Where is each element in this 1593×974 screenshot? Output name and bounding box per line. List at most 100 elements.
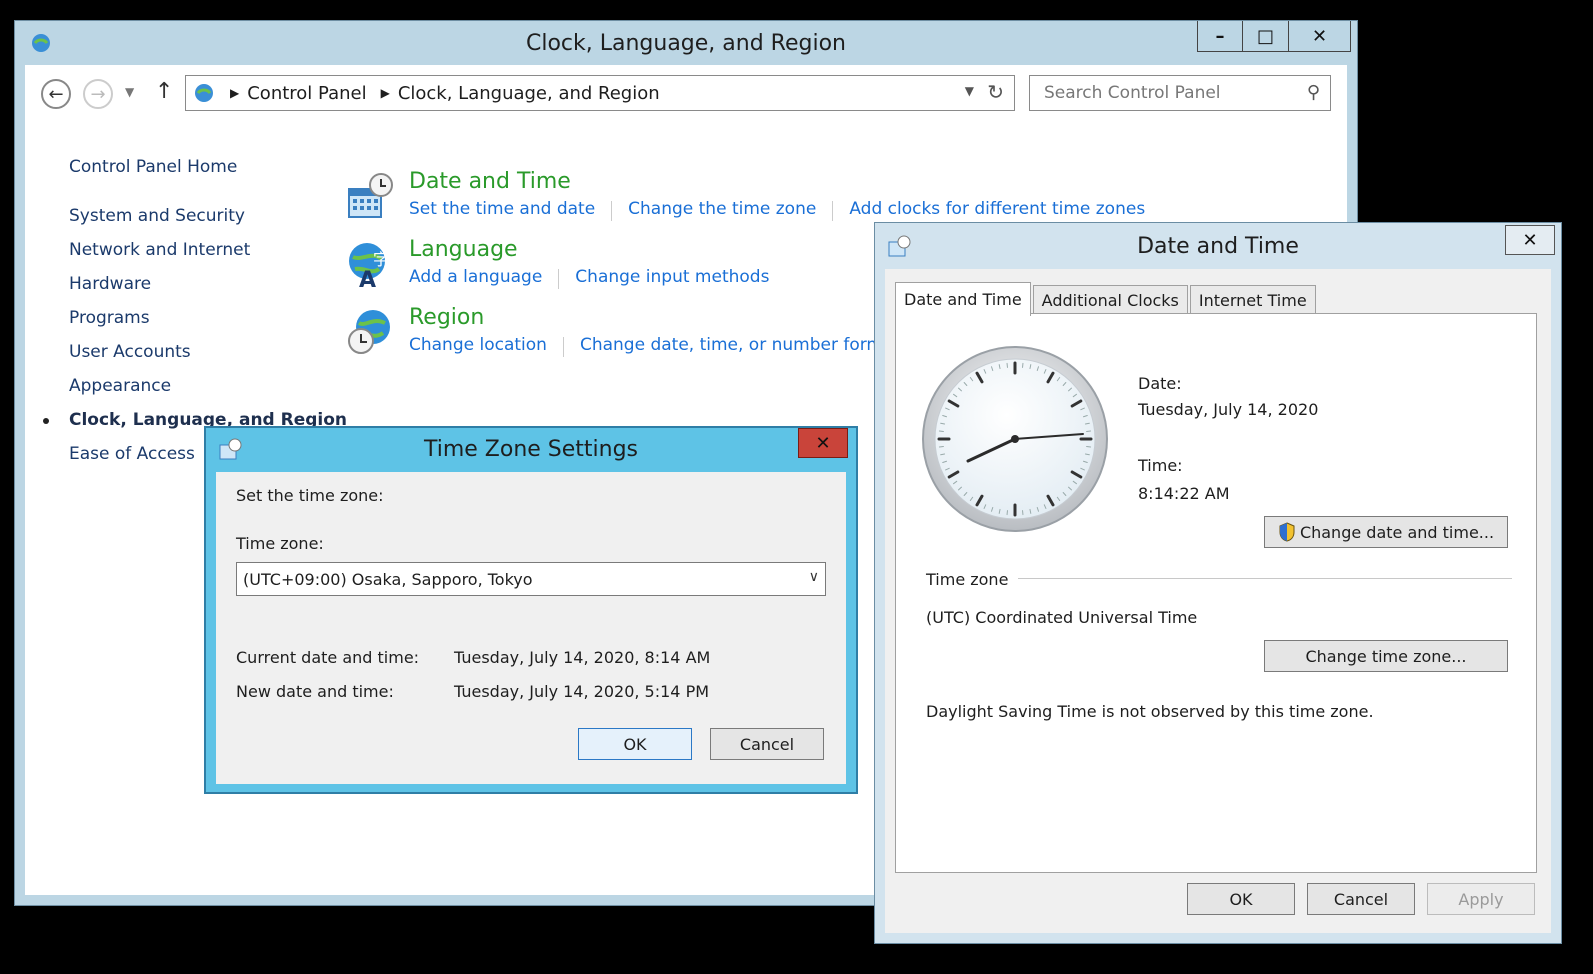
- recent-locations-chevron-icon[interactable]: ▼: [125, 85, 134, 99]
- category-title-date-and-time[interactable]: Date and Time: [409, 169, 571, 194]
- minimize-button[interactable]: –: [1197, 21, 1243, 52]
- tab-date-and-time[interactable]: Date and Time: [895, 282, 1031, 316]
- sidebar-item-network-internet[interactable]: Network and Internet: [69, 240, 250, 260]
- change-date-time-label: Change date and time...: [1299, 522, 1495, 542]
- time-zone-settings-dialog: Time Zone Settings ✕ Set the time zone: …: [204, 426, 858, 794]
- search-placeholder: Search Control Panel: [1044, 83, 1221, 103]
- region-globe-clock-icon: [348, 310, 390, 354]
- link-separator: [562, 337, 564, 357]
- sidebar-item-hardware[interactable]: Hardware: [69, 274, 151, 294]
- link-add-language[interactable]: Add a language: [409, 267, 542, 289]
- dst-note: Daylight Saving Time is not observed by …: [926, 702, 1374, 721]
- category-title-language[interactable]: Language: [409, 237, 518, 262]
- sidebar-item-appearance[interactable]: Appearance: [69, 376, 171, 396]
- control-panel-titlebar[interactable]: Clock, Language, and Region – □ ✕: [15, 21, 1357, 65]
- date-time-content: Date and Time Additional Clocks Internet…: [885, 269, 1551, 933]
- time-label: Time:: [1138, 456, 1183, 475]
- date-time-app-icon: [888, 235, 911, 257]
- current-datetime-label: Current date and time:: [236, 648, 420, 667]
- date-time-close-button[interactable]: ✕: [1505, 225, 1555, 255]
- link-separator: [832, 201, 834, 221]
- forward-arrow-icon: →: [90, 83, 106, 105]
- date-time-apply-button[interactable]: Apply: [1427, 883, 1535, 915]
- sidebar-item-user-accounts[interactable]: User Accounts: [69, 342, 191, 362]
- current-datetime-value: Tuesday, July 14, 2020, 8:14 AM: [454, 648, 711, 667]
- up-arrow-icon[interactable]: ↑: [155, 79, 173, 104]
- link-separator: [611, 201, 613, 221]
- date-time-ok-button[interactable]: OK: [1187, 883, 1295, 915]
- close-icon: ✕: [1522, 229, 1538, 251]
- forward-button[interactable]: →: [83, 79, 113, 109]
- time-zone-group-divider: [1018, 578, 1512, 579]
- chevron-down-icon: ∨: [808, 569, 819, 585]
- new-datetime-value: Tuesday, July 14, 2020, 5:14 PM: [454, 682, 710, 701]
- address-dropdown-icon[interactable]: ▼: [965, 84, 974, 98]
- date-time-titlebar[interactable]: Date and Time ✕: [875, 223, 1561, 269]
- maximize-button[interactable]: □: [1243, 21, 1289, 52]
- breadcrumb-separator-icon: ▶: [380, 86, 390, 100]
- svg-text:字: 字: [373, 250, 389, 269]
- date-label: Date:: [1138, 374, 1182, 393]
- time-value: 8:14:22 AM: [1138, 484, 1230, 503]
- analog-clock-icon: [922, 346, 1108, 532]
- calendar-clock-icon: [348, 173, 393, 218]
- active-bullet-icon: [43, 418, 49, 424]
- control-panel-location-icon: [195, 84, 213, 102]
- date-and-time-dialog: Date and Time ✕ Date and Time Additional…: [874, 222, 1562, 944]
- tab-additional-clocks[interactable]: Additional Clocks: [1032, 285, 1188, 315]
- control-panel-app-icon: [32, 34, 50, 52]
- time-zone-value: (UTC) Coordinated Universal Time: [926, 608, 1198, 627]
- svg-text:A: A: [359, 268, 376, 289]
- maximize-icon: □: [1256, 25, 1274, 47]
- search-input[interactable]: Search Control Panel ⚲: [1029, 75, 1331, 111]
- time-zone-selected-value: (UTC+09:00) Osaka, Sapporo, Tokyo: [243, 569, 533, 589]
- control-panel-title: Clock, Language, and Region: [525, 30, 846, 56]
- link-change-location[interactable]: Change location: [409, 335, 547, 357]
- sidebar-item-control-panel-home[interactable]: Control Panel Home: [69, 157, 237, 177]
- search-icon[interactable]: ⚲: [1307, 82, 1320, 103]
- breadcrumb-control-panel[interactable]: Control Panel: [247, 83, 366, 104]
- change-time-zone-button[interactable]: Change time zone...: [1264, 640, 1508, 672]
- minimize-icon: –: [1215, 25, 1225, 47]
- close-button[interactable]: ✕: [1289, 21, 1351, 52]
- time-zone-titlebar[interactable]: Time Zone Settings ✕: [206, 428, 856, 470]
- time-zone-label: Time zone:: [236, 534, 324, 553]
- link-change-formats[interactable]: Change date, time, or number formats: [580, 335, 909, 357]
- date-time-tab-panel: Date: Tuesday, July 14, 2020 Time: 8:14:…: [895, 313, 1537, 873]
- date-value: Tuesday, July 14, 2020: [1138, 400, 1319, 419]
- time-zone-group-label: Time zone: [926, 570, 1009, 589]
- close-icon: ✕: [815, 432, 831, 454]
- link-change-time-zone[interactable]: Change the time zone: [628, 199, 816, 221]
- link-separator: [558, 269, 560, 289]
- time-zone-cancel-button[interactable]: Cancel: [710, 728, 824, 760]
- set-time-zone-label: Set the time zone:: [236, 486, 384, 505]
- time-zone-select[interactable]: (UTC+09:00) Osaka, Sapporo, Tokyo ∨: [236, 562, 826, 596]
- time-zone-title: Time Zone Settings: [423, 436, 639, 462]
- sidebar-item-ease-of-access[interactable]: Ease of Access: [69, 444, 195, 464]
- back-button[interactable]: ←: [41, 79, 71, 109]
- time-zone-content: Set the time zone: Time zone: (UTC+09:00…: [216, 472, 846, 784]
- address-bar[interactable]: ▶ Control Panel ▶ Clock, Language, and Reg…: [185, 75, 1015, 111]
- uac-shield-icon: [1279, 522, 1295, 542]
- link-add-clocks[interactable]: Add clocks for different time zones: [849, 199, 1145, 221]
- tab-internet-time[interactable]: Internet Time: [1189, 285, 1316, 315]
- date-time-cancel-button[interactable]: Cancel: [1307, 883, 1415, 915]
- language-globe-icon: A 字: [349, 243, 389, 289]
- new-datetime-label: New date and time:: [236, 682, 394, 701]
- close-icon: ✕: [1311, 25, 1328, 47]
- back-arrow-icon: ←: [48, 83, 64, 105]
- time-zone-close-button[interactable]: ✕: [798, 428, 848, 458]
- date-time-title: Date and Time: [1137, 233, 1299, 259]
- sidebar-item-system-security[interactable]: System and Security: [69, 206, 245, 226]
- category-title-region[interactable]: Region: [409, 305, 484, 330]
- change-date-time-button[interactable]: Change date and time...: [1264, 516, 1508, 548]
- refresh-icon[interactable]: ↻: [987, 80, 1004, 104]
- sidebar-item-programs[interactable]: Programs: [69, 308, 150, 328]
- time-zone-ok-button[interactable]: OK: [578, 728, 692, 760]
- link-set-time-and-date[interactable]: Set the time and date: [409, 199, 595, 221]
- tab-strip: Date and Time Additional Clocks Internet…: [895, 281, 1318, 316]
- link-change-input-methods[interactable]: Change input methods: [575, 267, 769, 289]
- breadcrumb-clock-language-region[interactable]: Clock, Language, and Region: [398, 83, 660, 104]
- breadcrumb-separator-icon: ▶: [230, 86, 240, 100]
- time-zone-app-icon: [219, 438, 242, 460]
